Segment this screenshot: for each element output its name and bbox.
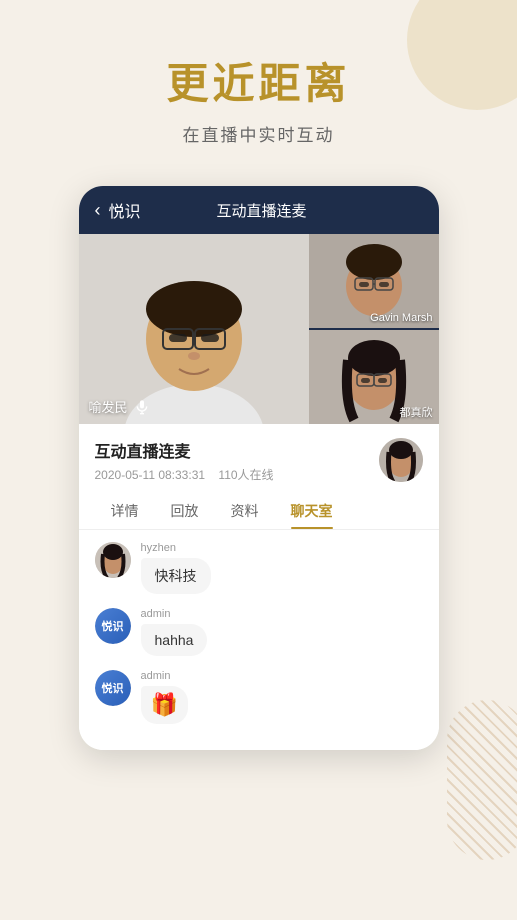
chat-message-3: 悦识 admin 🎁: [95, 670, 423, 724]
main-video-feed: [79, 234, 309, 424]
chat-username-2: admin: [141, 608, 208, 620]
video-thumb-gavin: Gavin Marsh: [309, 234, 439, 328]
tab-replay[interactable]: 回放: [155, 493, 215, 529]
yuexi-badge-2: 悦识: [95, 670, 131, 706]
tab-chat[interactable]: 聊天室: [275, 493, 349, 529]
app-bar-title: 互动直播连麦: [217, 200, 307, 221]
live-date: 2020-05-11 08:33:31: [95, 468, 206, 482]
content-area: 互动直播连麦 2020-05-11 08:33:31 110人在线: [79, 424, 439, 530]
gavin-marsh-label: Gavin Marsh: [370, 312, 432, 324]
phone-mockup: ‹ 悦识 互动直播连麦: [79, 186, 439, 750]
video-thumb-dou: 都真欣: [309, 330, 439, 424]
chat-message-2: 悦识 admin hahha: [95, 608, 423, 656]
live-title: 互动直播连麦: [95, 438, 274, 462]
chat-bubble-1: 快科技: [141, 558, 211, 594]
app-bar: ‹ 悦识 互动直播连麦: [79, 186, 439, 234]
video-main: 喻发民: [79, 234, 309, 424]
app-name-label: 悦识: [109, 198, 141, 222]
chat-body-3: admin 🎁: [141, 670, 188, 724]
chat-message-1: hyzhen 快科技: [95, 542, 423, 594]
chat-username-3: admin: [141, 670, 188, 682]
header-section: 更近距离 在直播中实时互动: [0, 0, 517, 166]
chat-area: hyzhen 快科技 悦识 admin hahha 悦识 admin 🎁: [79, 530, 439, 750]
back-icon[interactable]: ‹: [95, 200, 101, 221]
mic-icon: [134, 399, 150, 415]
live-meta: 2020-05-11 08:33:31 110人在线: [95, 466, 274, 483]
chat-bubble-3: 🎁: [141, 686, 188, 724]
tab-materials[interactable]: 资料: [215, 493, 275, 529]
main-title: 更近距离: [20, 50, 497, 111]
video-sidebar: Gavin Marsh 都真欣: [309, 234, 439, 424]
chat-body-1: hyzhen 快科技: [141, 542, 211, 594]
app-bar-left: ‹ 悦识: [95, 198, 141, 222]
sub-title: 在直播中实时互动: [20, 121, 497, 146]
live-avatar: [379, 438, 423, 482]
yuexi-badge-1: 悦识: [95, 608, 131, 644]
chat-bubble-2: hahha: [141, 624, 208, 656]
video-section: 喻发民: [79, 234, 439, 424]
chat-body-2: admin hahha: [141, 608, 208, 656]
live-info: 互动直播连麦 2020-05-11 08:33:31 110人在线: [95, 438, 274, 483]
live-header: 互动直播连麦 2020-05-11 08:33:31 110人在线: [95, 438, 423, 483]
chat-avatar-admin1: 悦识: [95, 608, 131, 644]
bg-pattern-bottom-right: [447, 700, 517, 860]
chat-avatar-admin2: 悦识: [95, 670, 131, 706]
tab-bar: 详情 回放 资料 聊天室: [79, 493, 439, 530]
chat-avatar-hyzhen: [95, 542, 131, 578]
live-online: 110人在线: [218, 468, 273, 482]
chat-username-1: hyzhen: [141, 542, 211, 554]
tab-details[interactable]: 详情: [95, 493, 155, 529]
dou-zhenxin-label: 都真欣: [400, 404, 433, 420]
main-speaker-label: 喻发民: [89, 397, 150, 416]
